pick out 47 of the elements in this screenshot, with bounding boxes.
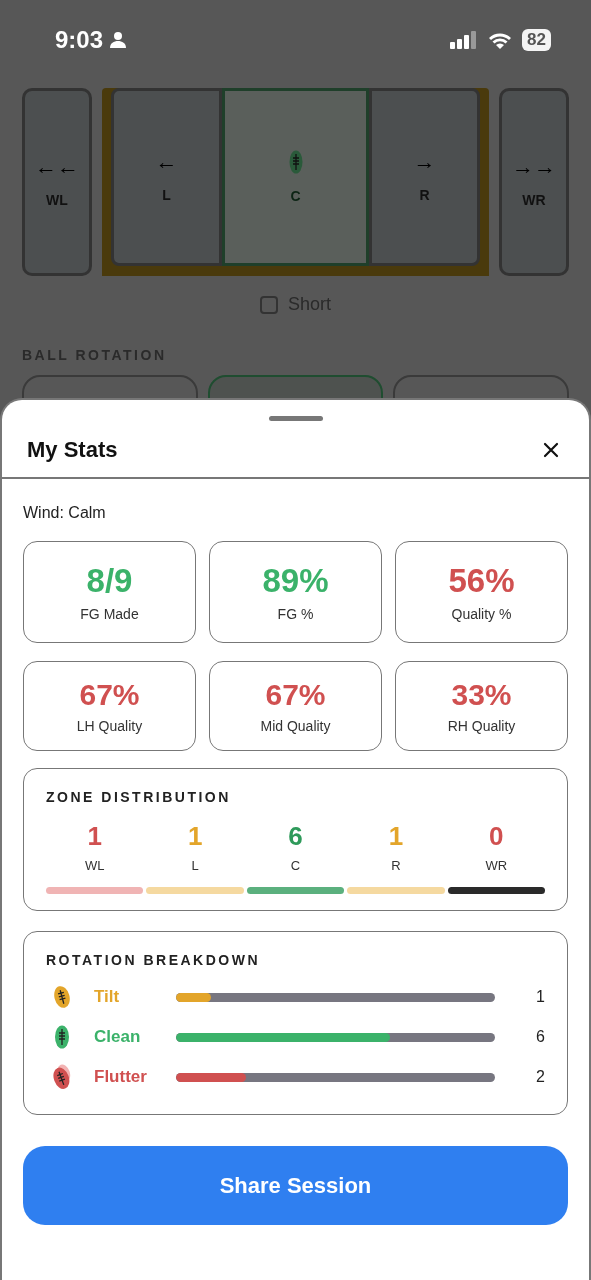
rotation-count: 6 [535, 1028, 545, 1046]
person-icon [109, 31, 128, 49]
zone-count: 1 [187, 821, 203, 852]
zone-count: 1 [87, 821, 102, 852]
zone-button[interactable]: → R [369, 88, 480, 266]
stat-label: FG % [277, 606, 314, 622]
zone-count: 1 [388, 821, 404, 852]
section-title: ZONE DISTRIBUTION [46, 789, 232, 805]
drag-handle[interactable] [268, 416, 323, 421]
zone-label: WR [485, 858, 508, 873]
stat-label: FG Made [80, 606, 139, 622]
stat-value: 56% [448, 562, 515, 600]
wind-text: Wind: Calm [23, 504, 107, 522]
zone-button[interactable]: ← L [111, 88, 222, 266]
stat-value: 8/9 [86, 562, 133, 600]
close-icon[interactable] [543, 442, 559, 458]
zone-button[interactable]: ←← WL [22, 88, 92, 276]
stat-label: Quality % [451, 606, 512, 622]
sheet-title: My Stats [27, 437, 118, 463]
zone-button[interactable]: →→ WR [499, 88, 569, 276]
rotation-count: 2 [535, 1068, 545, 1086]
status-time: 9:03 [55, 26, 104, 54]
zone-count: 0 [489, 821, 504, 852]
share-button[interactable]: Share Session [23, 1146, 568, 1225]
short-checkbox[interactable] [260, 295, 278, 314]
stat-value: 67% [79, 678, 140, 712]
signal-icon [450, 31, 479, 49]
wifi-icon [488, 31, 513, 49]
stat-label: LH Quality [76, 718, 143, 734]
zone-button[interactable]: C [222, 88, 369, 266]
stat-label: RH Quality [447, 718, 516, 734]
stat-value: 89% [262, 562, 329, 600]
rotation-label: Clean [94, 1027, 142, 1047]
battery-indicator: 82 [522, 29, 551, 51]
rotation-label: Flutter [94, 1067, 148, 1087]
stat-value: 33% [451, 678, 512, 712]
stat-label: Mid Quality [260, 718, 331, 734]
zone-count: 6 [288, 821, 303, 852]
rotation-count: 1 [535, 988, 545, 1006]
section-title: ROTATION BREAKDOWN [46, 952, 262, 968]
zone-label: L [191, 858, 199, 873]
zone-label: WL [84, 858, 105, 873]
rotation-label: Tilt [94, 987, 121, 1007]
football-icon [288, 150, 303, 174]
zone-label: R [391, 858, 401, 873]
zone-label: C [290, 858, 301, 873]
stat-value: 67% [265, 678, 326, 712]
